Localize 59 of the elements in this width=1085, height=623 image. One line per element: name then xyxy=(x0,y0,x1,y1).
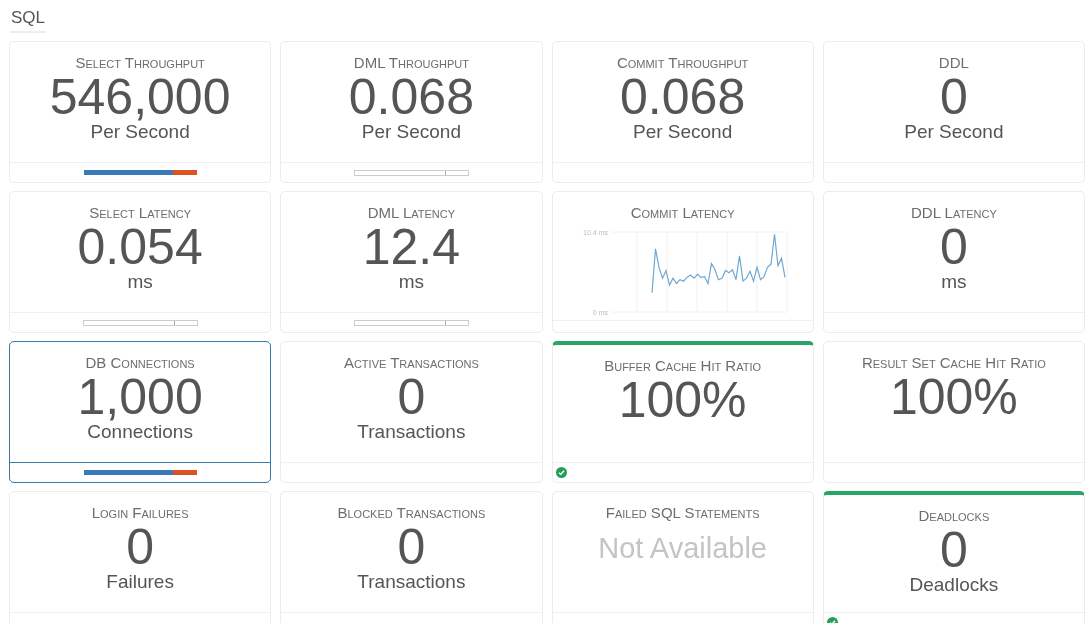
metric-title: DDL Latency xyxy=(911,204,997,222)
metric-title: DB Connections xyxy=(85,354,195,372)
metric-unit: Per Second xyxy=(632,122,733,142)
metric-card[interactable]: Login Failures 0 Failures xyxy=(9,491,272,623)
metric-unit: ms xyxy=(127,272,153,292)
metric-value: 0.054 xyxy=(77,222,203,272)
metric-unit: Deadlocks xyxy=(909,575,999,595)
metric-value: 0 xyxy=(939,525,968,575)
metric-unit: Failures xyxy=(106,572,174,592)
metric-title: DML Latency xyxy=(367,204,456,222)
metric-card[interactable]: DML Throughput 0.068 Per Second xyxy=(280,41,543,183)
metric-value: 0 xyxy=(397,372,426,422)
metric-value: 546,000 xyxy=(49,72,231,122)
metric-card[interactable]: Select Latency 0.054 ms xyxy=(9,191,272,333)
metric-value: 0.068 xyxy=(620,72,746,122)
metric-card[interactable]: DDL Latency 0 ms xyxy=(822,191,1085,333)
metric-value: 1,000 xyxy=(77,372,203,422)
metric-unit: Transactions xyxy=(357,572,466,592)
metric-card[interactable]: Active Transactions 0 Transactions xyxy=(280,341,543,483)
metric-unit: Per Second xyxy=(904,122,1004,142)
metric-unit: Per Second xyxy=(90,122,190,142)
metric-title: Select Throughput xyxy=(75,54,205,72)
metric-unit: Connections xyxy=(87,422,193,442)
metric-value: 100% xyxy=(889,372,1018,422)
metric-card[interactable]: Blocked Transactions 0 Transactions xyxy=(280,491,543,623)
metric-title: Login Failures xyxy=(91,504,189,522)
metric-unit: Transactions xyxy=(357,422,466,442)
metric-value: 0 xyxy=(126,522,155,572)
metric-title: Active Transactions xyxy=(343,354,479,372)
metric-title: Buffer Cache Hit Ratio xyxy=(604,357,762,375)
metric-value: 0 xyxy=(939,72,968,122)
metric-title: Commit Latency xyxy=(630,204,735,222)
metric-value: 100% xyxy=(618,375,747,425)
metric-card[interactable]: Failed SQL Statements Not Available xyxy=(551,491,814,623)
metric-card[interactable]: Select Throughput 546,000 Per Second xyxy=(9,41,272,183)
metric-title: Deadlocks xyxy=(918,507,990,525)
metric-title: Commit Throughput xyxy=(616,54,749,72)
metric-value: 0 xyxy=(939,222,968,272)
metric-title: Blocked Transactions xyxy=(337,504,486,522)
metric-card[interactable]: DML Latency 12.4 ms xyxy=(280,191,543,333)
metric-unit: Per Second xyxy=(361,122,461,142)
metric-unit: ms xyxy=(941,272,967,292)
metric-card[interactable]: Deadlocks 0 Deadlocks xyxy=(822,491,1085,623)
metric-card[interactable]: Commit Throughput 0.068 Per Second xyxy=(551,41,814,183)
metric-title: DDL xyxy=(938,54,969,72)
metric-card[interactable]: DB Connections 1,000 Connections xyxy=(9,341,272,483)
metric-unit: ms xyxy=(398,272,425,292)
metric-title: DML Throughput xyxy=(353,54,469,72)
section-title: SQL xyxy=(10,7,47,33)
metric-title: Result Set Cache Hit Ratio xyxy=(861,354,1046,372)
metric-value: 0.068 xyxy=(348,72,474,122)
metric-value: Not Available xyxy=(598,531,767,566)
metric-card[interactable]: Buffer Cache Hit Ratio 100% xyxy=(551,341,814,483)
metric-value: 0 xyxy=(397,522,426,572)
metric-card[interactable]: Result Set Cache Hit Ratio 100% xyxy=(822,341,1085,483)
metric-title: Failed SQL Statements xyxy=(605,504,760,522)
metric-card[interactable]: DDL 0 Per Second xyxy=(822,41,1085,183)
metric-title: Select Latency xyxy=(89,204,191,222)
metric-value: 12.4 xyxy=(362,222,461,272)
